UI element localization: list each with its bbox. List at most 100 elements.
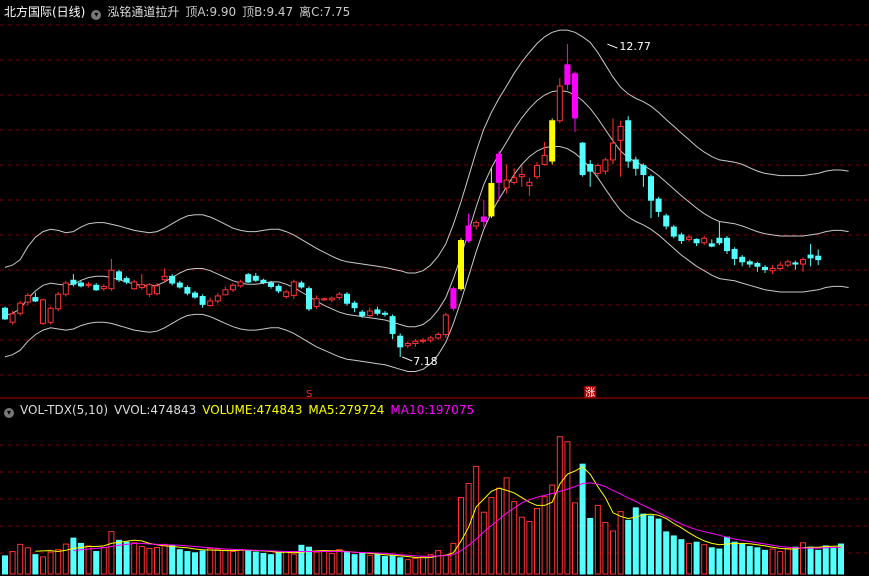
candle-body: [526, 181, 533, 187]
volume-bar: [123, 541, 130, 575]
volume-bar: [237, 549, 244, 575]
volume-bar: [382, 556, 388, 575]
volume-bar: [822, 545, 829, 575]
candle-body: [100, 285, 107, 290]
volume-bar: [161, 543, 168, 575]
candle-body: [397, 335, 404, 348]
candle-body: [389, 316, 396, 334]
chart-canvas: 7.18 12.77 S 涨: [0, 24, 869, 575]
candle-body: [800, 259, 806, 265]
volume-bar: [442, 554, 449, 575]
volume-bar: [290, 553, 297, 575]
candle-body: [640, 165, 647, 175]
candle-body: [556, 85, 563, 122]
top-a-label: 顶A:: [185, 5, 210, 19]
candle-body: [442, 314, 449, 336]
candle-body: [161, 275, 168, 281]
candle-body: [252, 275, 259, 281]
candle-body: [496, 153, 502, 183]
volume-bar: [754, 547, 761, 575]
candle-body: [427, 337, 434, 341]
candle-body: [754, 262, 761, 267]
volume-bar: [579, 463, 586, 575]
candle-body: [268, 282, 274, 287]
volume-bar: [389, 555, 396, 575]
volume-bar: [655, 518, 662, 575]
volume-bar: [526, 521, 533, 575]
top-b-value: 9.47: [266, 5, 294, 19]
candle-body: [458, 240, 464, 290]
candle-body: [85, 283, 92, 286]
volume-bar: [587, 517, 594, 575]
volume-indicator-name[interactable]: VOL-TDX(5,10): [20, 403, 108, 417]
candle-body: [518, 173, 525, 178]
volume-bar: [686, 542, 692, 575]
volume-bar: [458, 497, 464, 575]
candle-body: [541, 154, 548, 165]
candle-body: [222, 289, 229, 296]
volume-bar: [420, 556, 426, 575]
volume-indicator-toggle-icon[interactable]: ▾: [4, 408, 14, 418]
volume-bar: [678, 539, 685, 575]
volume-bar: [359, 552, 366, 575]
gap-c-value: 7.75: [323, 5, 351, 19]
candle-body: [670, 226, 677, 237]
candle-body: [93, 284, 100, 291]
volume-bar: [336, 549, 343, 575]
candle-body: [78, 282, 84, 287]
candle-body: [420, 339, 426, 342]
volume-bar: [32, 554, 39, 575]
volume-bar: [701, 544, 708, 575]
candle-body: [70, 279, 77, 285]
candle-body: [17, 302, 24, 314]
vvol-label: VVOL:: [114, 403, 151, 417]
candle-body: [184, 287, 191, 294]
volume-bar: [268, 554, 274, 575]
volume-panel-header: ▾ VOL-TDX(5,10) VVOL:474843 VOLUME:474843 MA…: [4, 403, 480, 418]
signal-zhang-marker: 涨: [585, 387, 595, 399]
volume-bar: [488, 497, 495, 575]
volume-bar: [404, 559, 411, 575]
volume-bar: [670, 535, 677, 575]
candle-body: [564, 64, 571, 85]
indicator-name[interactable]: 泓铭通道拉升: [107, 5, 179, 19]
candle-body: [351, 302, 358, 309]
volume-bar: [602, 522, 609, 575]
ma5-label: MA5:: [308, 403, 339, 417]
volume-bar: [716, 548, 723, 575]
stock-name[interactable]: 北方国际(日线): [4, 5, 85, 19]
candle-body: [47, 307, 54, 323]
volume-bar: [40, 556, 46, 575]
candle-body: [579, 142, 586, 175]
volume-bar: [283, 551, 290, 575]
candle-body: [123, 278, 130, 283]
candle-body: [2, 307, 8, 320]
candle-body: [306, 288, 312, 310]
candle-body: [769, 268, 776, 272]
volume-bar: [473, 465, 480, 575]
high-price-label: 12.77: [619, 40, 651, 53]
volume-bar: [792, 546, 799, 575]
volume-bar: [534, 507, 540, 575]
upper-band-line: [4, 29, 849, 274]
volume-bar: [412, 557, 419, 575]
volume-bar: [146, 547, 153, 575]
candle-body: [663, 215, 670, 227]
volume-bar: [784, 547, 791, 575]
volume-bar: [62, 543, 69, 575]
volume-bar: [739, 543, 746, 575]
candle-body: [55, 293, 62, 310]
volume-bar: [169, 544, 176, 575]
candle-body: [708, 243, 715, 247]
volume-bar: [9, 551, 16, 575]
indicator-toggle-icon[interactable]: ▾: [91, 10, 102, 20]
volume-bar: [138, 546, 145, 575]
candle-body: [511, 177, 518, 183]
volume-bar: [594, 504, 601, 575]
candle-body: [192, 292, 198, 298]
candle-body: [283, 291, 290, 297]
candle-body: [488, 182, 495, 217]
candle-body: [632, 159, 639, 169]
candle-body: [762, 266, 768, 271]
candle-body: [298, 282, 305, 288]
